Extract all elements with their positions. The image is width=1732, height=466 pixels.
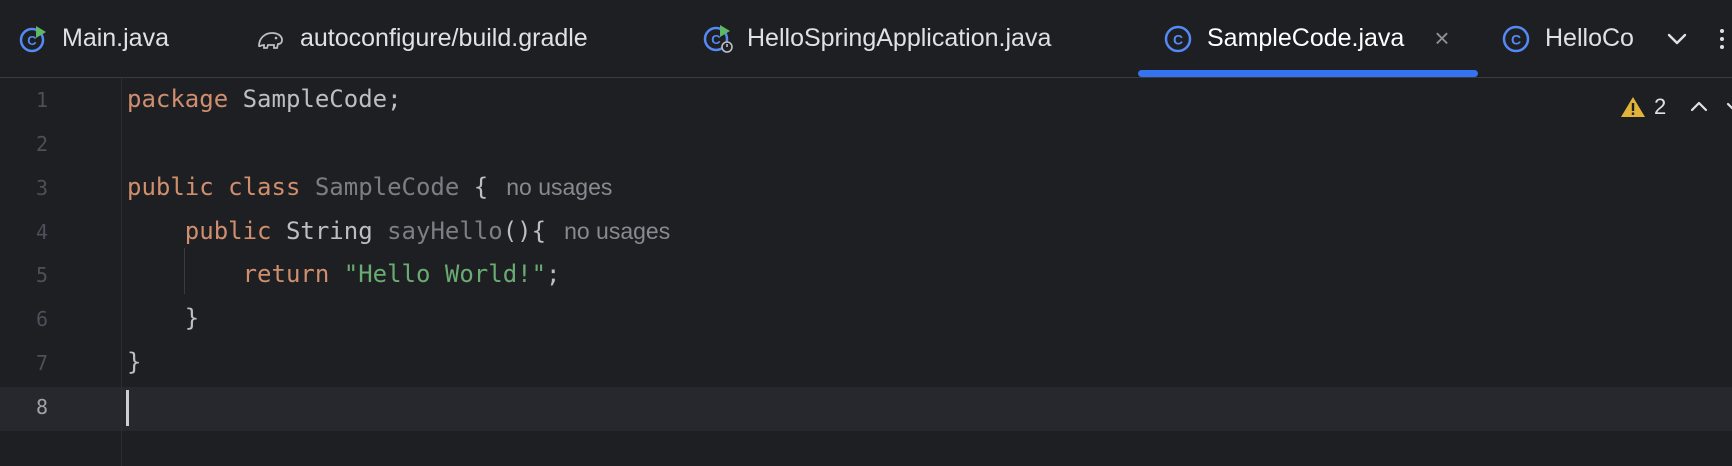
more-actions-icon[interactable] bbox=[1712, 22, 1732, 56]
tab-main-java[interactable]: C Main.java bbox=[18, 0, 169, 77]
text-caret bbox=[126, 390, 129, 426]
line-number: 2 bbox=[35, 132, 48, 156]
tab-label: HelloSpringApplication.java bbox=[747, 24, 1052, 52]
string-literal: "Hello World!" bbox=[329, 260, 547, 288]
svg-text:C: C bbox=[711, 32, 721, 47]
type-name: String bbox=[271, 217, 373, 245]
line-number: 5 bbox=[35, 263, 48, 287]
editor-tab-bar: C Main.java autoconfigure/build.gradle C… bbox=[0, 0, 1732, 78]
line-number-current: 8 bbox=[35, 395, 48, 419]
code-line-7[interactable]: } bbox=[127, 348, 141, 376]
inspection-widget[interactable]: 2 bbox=[1620, 92, 1732, 122]
keyword: return bbox=[242, 260, 330, 288]
tab-sample-code[interactable]: C SampleCode.java × bbox=[1163, 0, 1450, 77]
spring-boot-app-icon: C bbox=[703, 24, 733, 53]
tab-build-gradle[interactable]: autoconfigure/build.gradle bbox=[256, 0, 588, 77]
code-line-4[interactable]: public String sayHello(){ no usages bbox=[127, 217, 670, 245]
tab-label: autoconfigure/build.gradle bbox=[300, 24, 588, 52]
close-tab-icon[interactable]: × bbox=[1434, 23, 1449, 54]
chevron-up-icon[interactable] bbox=[1688, 96, 1710, 118]
gutter-separator bbox=[121, 78, 122, 466]
code-text: { bbox=[459, 173, 489, 201]
java-run-class-icon: C bbox=[19, 25, 46, 52]
svg-text:C: C bbox=[1173, 31, 1183, 47]
usages-hint[interactable]: no usages bbox=[564, 218, 670, 244]
code-editor[interactable]: 1 2 3 4 5 6 7 8 package SampleCode; publ… bbox=[0, 78, 1732, 466]
java-class-icon: C bbox=[1164, 25, 1192, 52]
usages-hint[interactable]: no usages bbox=[506, 174, 612, 200]
keyword: public class bbox=[127, 173, 301, 201]
svg-text:C: C bbox=[27, 33, 37, 48]
tab-hello-controller[interactable]: C HelloCo bbox=[1501, 0, 1634, 77]
code-text: SampleCode; bbox=[228, 85, 402, 113]
java-class-icon: C bbox=[1502, 25, 1530, 52]
line-number: 1 bbox=[35, 88, 48, 112]
method-name: sayHello bbox=[372, 217, 503, 245]
code-line-5[interactable]: return "Hello World!"; bbox=[127, 260, 561, 288]
code-line-1[interactable]: package SampleCode; bbox=[127, 85, 402, 113]
warning-count: 2 bbox=[1654, 94, 1667, 119]
code-text: ; bbox=[546, 260, 561, 288]
code-text: (){ bbox=[502, 217, 547, 245]
keyword: package bbox=[127, 85, 229, 113]
line-number: 6 bbox=[35, 307, 48, 331]
warning-icon bbox=[1621, 97, 1645, 117]
tab-hello-spring-application[interactable]: C HelloSpringApplication.java bbox=[703, 0, 1051, 77]
tab-label: Main.java bbox=[62, 24, 169, 52]
tab-label: SampleCode.java bbox=[1207, 24, 1405, 52]
code-line-6[interactable]: } bbox=[127, 304, 199, 332]
class-name: SampleCode bbox=[300, 173, 460, 201]
line-number: 3 bbox=[35, 176, 48, 200]
current-line-highlight bbox=[0, 387, 1732, 431]
tab-label: HelloCo bbox=[1545, 24, 1634, 52]
code-line-3[interactable]: public class SampleCode { no usages bbox=[127, 173, 612, 201]
svg-text:C: C bbox=[1511, 31, 1521, 47]
chevron-down-icon[interactable] bbox=[1660, 22, 1694, 56]
line-number: 4 bbox=[35, 220, 48, 244]
keyword: public bbox=[184, 217, 272, 245]
line-number: 7 bbox=[35, 351, 48, 375]
gradle-elephant-icon bbox=[258, 31, 283, 49]
active-tab-indicator bbox=[1138, 70, 1478, 77]
chevron-down-icon[interactable] bbox=[1724, 96, 1732, 118]
